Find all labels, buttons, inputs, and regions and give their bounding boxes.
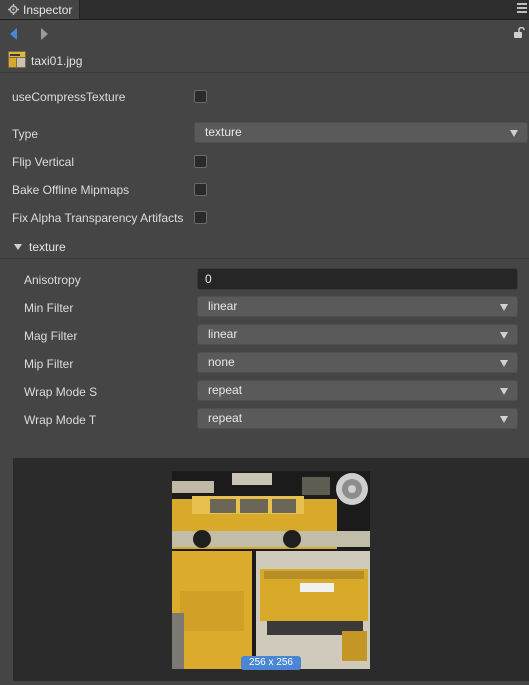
unlock-icon[interactable] <box>513 27 525 39</box>
wrap-mode-s-label: Wrap Mode S <box>24 385 98 399</box>
wrap-mode-t-value: repeat <box>208 411 243 425</box>
bake-offline-mipmaps-label: Bake Offline Mipmaps <box>12 183 130 197</box>
texture-section-title: texture <box>29 240 66 254</box>
arrow-right-icon[interactable] <box>40 28 48 40</box>
min-filter-value: linear <box>208 299 238 313</box>
anisotropy-label: Anisotropy <box>24 273 81 287</box>
asset-name: taxi01.jpg <box>31 54 83 68</box>
use-compress-texture-checkbox[interactable] <box>194 90 207 103</box>
flip-vertical-label: Flip Vertical <box>12 155 75 169</box>
fix-alpha-label: Fix Alpha Transparency Artifacts <box>12 211 184 225</box>
chevron-down-icon <box>510 130 518 137</box>
min-filter-select[interactable]: linear <box>197 296 518 317</box>
wrap-mode-s-value: repeat <box>208 383 243 397</box>
navigation-row <box>0 24 529 44</box>
wrap-mode-t-label: Wrap Mode T <box>24 413 97 427</box>
anisotropy-value: 0 <box>205 272 212 286</box>
chevron-down-icon <box>500 416 508 423</box>
asset-header: taxi01.jpg <box>0 48 529 73</box>
type-select-value: texture <box>205 125 242 139</box>
mag-filter-label: Mag Filter <box>24 329 78 343</box>
bake-offline-mipmaps-checkbox[interactable] <box>194 183 207 196</box>
tab-inspector[interactable]: Inspector <box>0 0 80 19</box>
arrow-left-icon[interactable] <box>10 28 18 40</box>
texture-section-header[interactable]: texture <box>0 236 529 259</box>
wrap-mode-t-select[interactable]: repeat <box>197 408 518 429</box>
flip-vertical-checkbox[interactable] <box>194 155 207 168</box>
mag-filter-value: linear <box>208 327 238 341</box>
mip-filter-select[interactable]: none <box>197 352 518 373</box>
hamburger-menu-icon[interactable] <box>517 3 527 13</box>
texture-preview-area: 256 x 256 <box>13 458 529 681</box>
min-filter-label: Min Filter <box>24 301 74 315</box>
anisotropy-input[interactable]: 0 <box>197 268 518 290</box>
fix-alpha-checkbox[interactable] <box>194 211 207 224</box>
mip-filter-value: none <box>208 355 235 369</box>
tab-label: Inspector <box>23 2 73 17</box>
tab-bar: Inspector <box>0 0 529 20</box>
gear-icon <box>8 4 19 15</box>
chevron-down-icon <box>500 360 508 367</box>
texture-preview-image <box>172 471 370 669</box>
wrap-mode-s-select[interactable]: repeat <box>197 380 518 401</box>
chevron-down-icon <box>500 388 508 395</box>
texture-size-badge: 256 x 256 <box>241 656 301 670</box>
type-select[interactable]: texture <box>194 122 528 143</box>
type-label: Type <box>12 127 39 141</box>
caret-down-icon[interactable] <box>14 244 22 250</box>
mip-filter-label: Mip Filter <box>24 357 74 371</box>
mag-filter-select[interactable]: linear <box>197 324 518 345</box>
use-compress-texture-label: useCompressTexture <box>12 90 126 104</box>
chevron-down-icon <box>500 304 508 311</box>
chevron-down-icon <box>500 332 508 339</box>
image-file-icon <box>8 51 26 68</box>
